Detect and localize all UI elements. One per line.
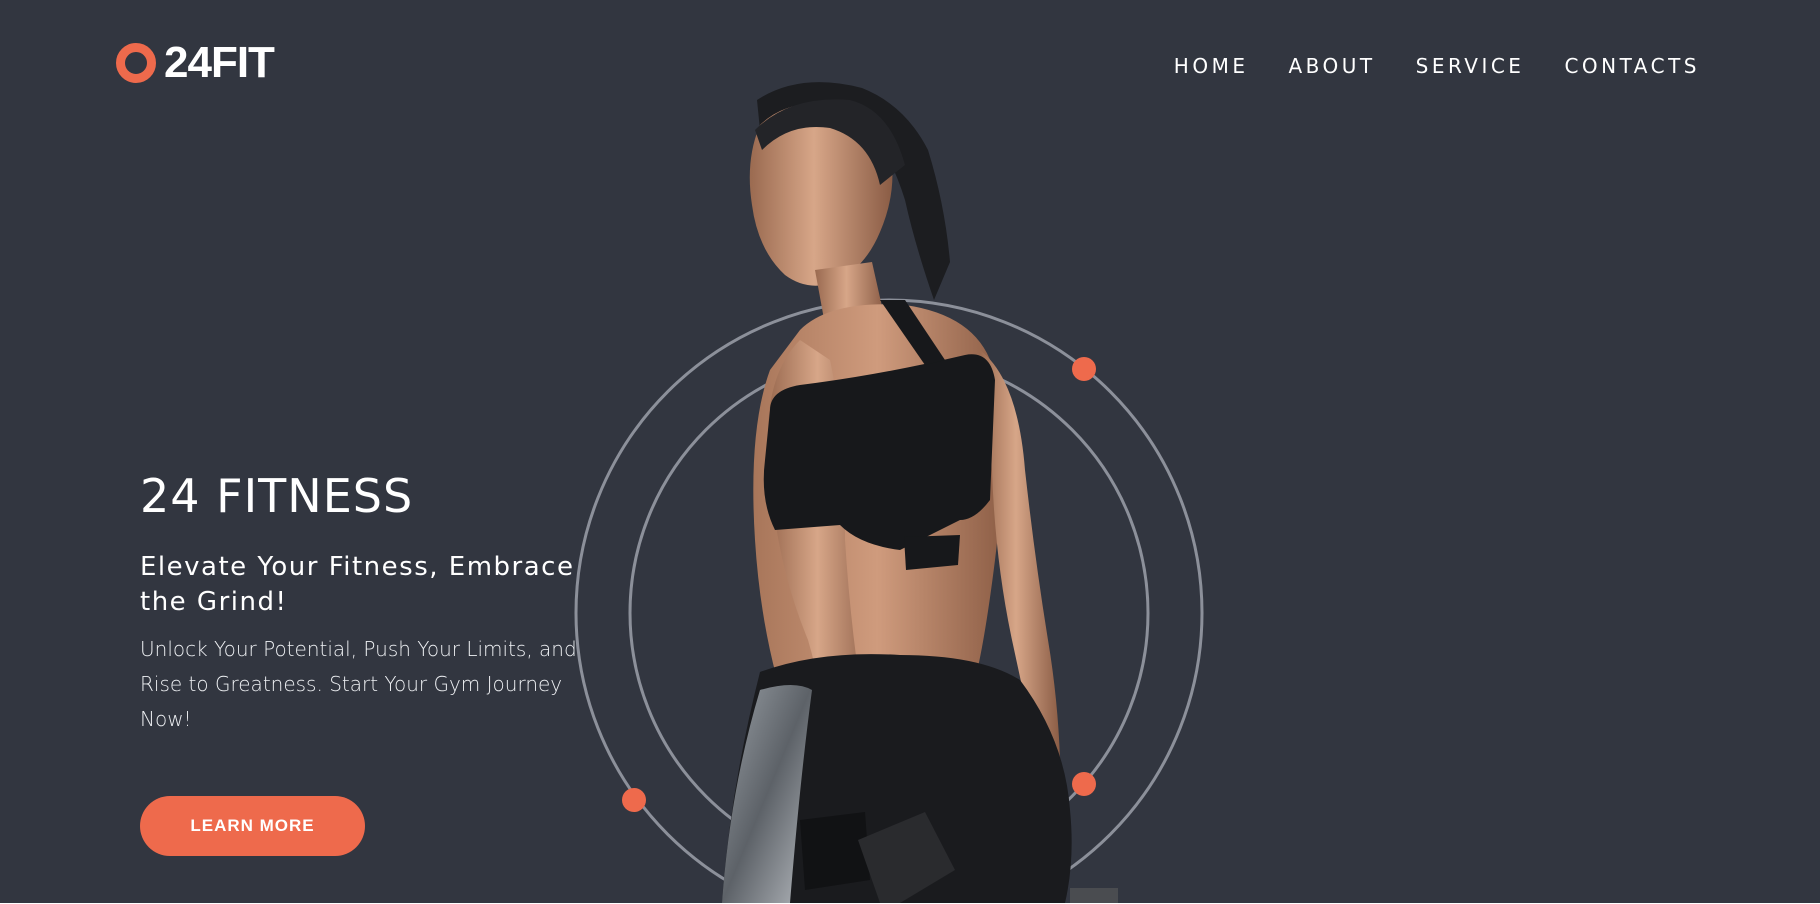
hero-title: 24 FITNESS — [140, 469, 414, 523]
nav-service[interactable]: SERVICE — [1416, 52, 1525, 80]
nav-about[interactable]: ABOUT — [1288, 52, 1375, 80]
brand-name: 24FIT — [164, 38, 275, 87]
hero-section: 24FIT HOME ABOUT SERVICE CONTACTS 24 FIT… — [0, 0, 1820, 903]
nav-home[interactable]: HOME — [1174, 52, 1249, 80]
brand-logo[interactable]: 24FIT — [116, 38, 275, 87]
hero-copy: 24 FITNESS Elevate Your Fitness, Embrace… — [140, 466, 580, 737]
hero-subtitle: Elevate Your Fitness, Embrace the Grind! — [140, 552, 575, 617]
nav-contacts[interactable]: CONTACTS — [1564, 52, 1700, 80]
learn-more-button[interactable]: LEARN MORE — [140, 796, 365, 856]
ring-logo-icon — [116, 43, 156, 83]
main-nav: HOME ABOUT SERVICE CONTACTS — [1174, 52, 1700, 80]
athlete-photo — [722, 82, 1118, 903]
hero-description: Unlock Your Potential, Push Your Limits,… — [140, 637, 577, 731]
